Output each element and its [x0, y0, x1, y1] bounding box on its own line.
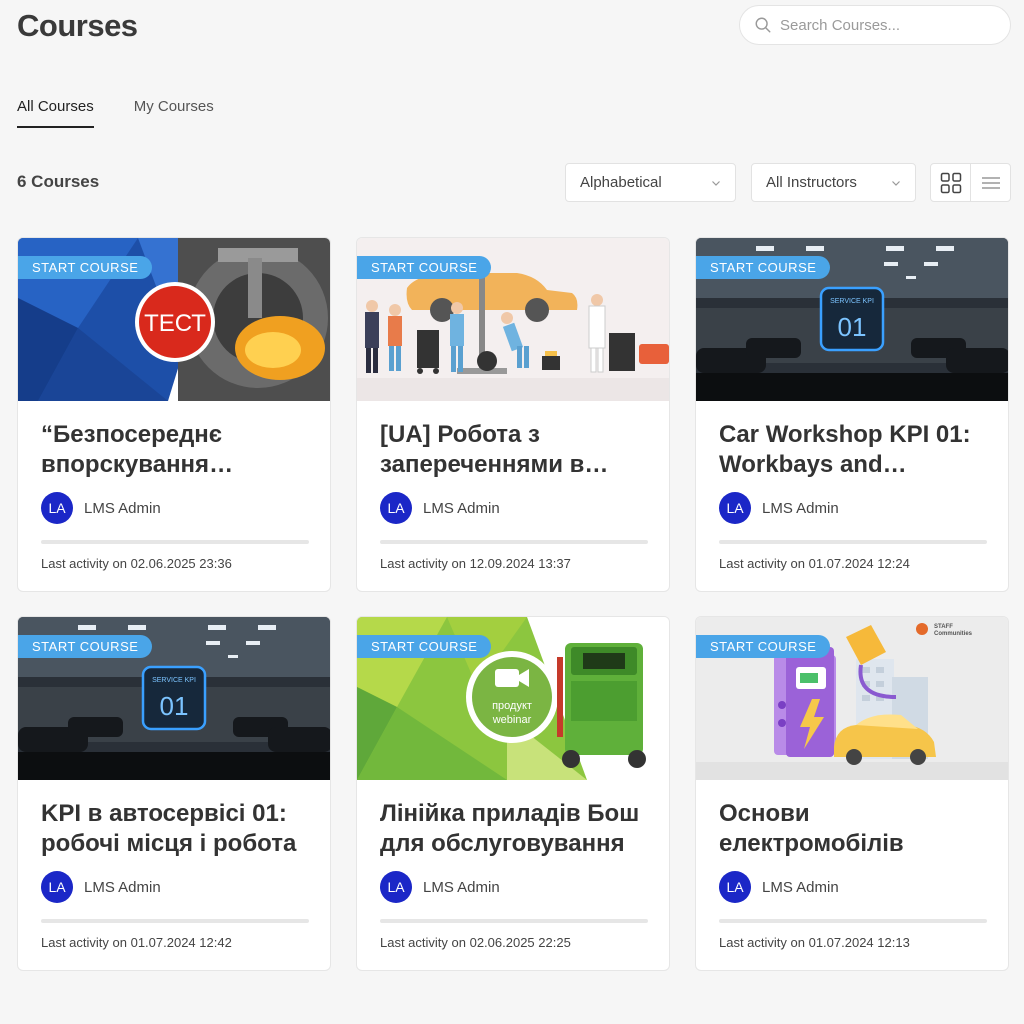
start-course-badge[interactable]: START COURSE: [696, 256, 831, 279]
thumb-caption: SERVICE KPI: [152, 677, 196, 684]
view-toggle: [930, 163, 1011, 202]
start-course-badge[interactable]: START COURSE: [357, 635, 492, 658]
last-activity: Last activity on 01.07.2024 12:13: [719, 935, 910, 950]
thumb-number: 01: [160, 691, 189, 721]
thumb-caption: SERVICE KPI: [830, 298, 874, 305]
course-card[interactable]: продукт webinar START COURSE Лінійка при…: [356, 616, 670, 971]
last-activity: Last activity on 02.06.2025 23:36: [41, 556, 232, 571]
grid-icon: [940, 172, 961, 193]
course-author: LA LMS Admin: [719, 871, 839, 903]
avatar: LA: [719, 492, 751, 524]
thumb-line-1: продукт: [492, 700, 532, 712]
start-course-badge[interactable]: START COURSE: [18, 256, 153, 279]
course-card[interactable]: START COURSE [UA] Робота з запереченнями…: [356, 237, 670, 592]
course-card[interactable]: ТЕСТ START COURSE “Безпосереднє впорскув…: [17, 237, 331, 592]
start-course-badge[interactable]: START COURSE: [18, 635, 153, 658]
author-name: LMS Admin: [762, 878, 839, 896]
course-author: LA LMS Admin: [41, 871, 161, 903]
progress-bar: [380, 919, 648, 923]
course-author: LA LMS Admin: [380, 492, 500, 524]
chevron-down-icon: [712, 180, 720, 186]
author-name: LMS Admin: [423, 878, 500, 896]
course-title[interactable]: “Безпосереднє впорскування палива”: [41, 420, 313, 480]
tab-my-courses[interactable]: My Courses: [134, 98, 214, 128]
progress-bar: [719, 919, 987, 923]
course-title[interactable]: [UA] Робота з запереченнями в сервісі: [380, 420, 652, 480]
search-box[interactable]: [739, 5, 1011, 45]
avatar: LA: [41, 492, 73, 524]
course-title[interactable]: KPI в автосервісі 01: робочі місця і роб…: [41, 799, 313, 859]
thumb-label: ТЕСТ: [144, 310, 206, 337]
search-input[interactable]: [780, 16, 1000, 34]
course-title[interactable]: Лінійка приладів Бош для обслуговування: [380, 799, 652, 859]
course-card[interactable]: SERVICE KPI 01 START COURSE KPI в автосе…: [17, 616, 331, 971]
last-activity: Last activity on 01.07.2024 12:42: [41, 935, 232, 950]
last-activity: Last activity on 02.06.2025 22:25: [380, 935, 571, 950]
start-course-badge[interactable]: START COURSE: [357, 256, 492, 279]
sort-select[interactable]: Alphabetical: [565, 163, 736, 202]
progress-bar: [719, 540, 987, 544]
author-name: LMS Admin: [762, 499, 839, 517]
course-card[interactable]: SERVICE KPI 01 START COURSE Car Workshop…: [695, 237, 1009, 592]
thumb-number: 01: [838, 312, 867, 342]
course-count: 6 Courses: [17, 172, 100, 191]
search-icon: [755, 17, 771, 33]
course-author: LA LMS Admin: [719, 492, 839, 524]
progress-bar: [380, 540, 648, 544]
thumb-logo-line-1: STAFF: [934, 624, 953, 630]
course-author: LA LMS Admin: [380, 871, 500, 903]
instructor-select[interactable]: All Instructors: [751, 163, 916, 202]
chevron-down-icon: [892, 180, 900, 186]
thumb-line-2: webinar: [492, 714, 532, 726]
course-author: LA LMS Admin: [41, 492, 161, 524]
grid-view-button[interactable]: [931, 164, 971, 201]
avatar: LA: [380, 871, 412, 903]
avatar: LA: [380, 492, 412, 524]
progress-bar: [41, 540, 309, 544]
thumb-logo-line-2: Communities: [934, 631, 973, 637]
page-title: Courses: [17, 8, 138, 43]
last-activity: Last activity on 01.07.2024 12:24: [719, 556, 910, 571]
sort-select-value: Alphabetical: [580, 174, 662, 191]
start-course-badge[interactable]: START COURSE: [696, 635, 831, 658]
author-name: LMS Admin: [84, 878, 161, 896]
tab-all-courses[interactable]: All Courses: [17, 98, 94, 128]
list-view-button[interactable]: [971, 164, 1010, 201]
avatar: LA: [719, 871, 751, 903]
author-name: LMS Admin: [84, 499, 161, 517]
progress-bar: [41, 919, 309, 923]
course-title[interactable]: Car Workshop KPI 01: Workbays and Techni…: [719, 420, 991, 480]
course-tabs: All Courses My Courses: [17, 98, 214, 128]
author-name: LMS Admin: [423, 499, 500, 517]
list-icon: [981, 176, 1000, 189]
course-title[interactable]: Основи електромобілів: [719, 799, 991, 859]
last-activity: Last activity on 12.09.2024 13:37: [380, 556, 571, 571]
instructor-select-value: All Instructors: [766, 174, 857, 191]
avatar: LA: [41, 871, 73, 903]
course-card[interactable]: STAFF Communities START COURSE Основи ел…: [695, 616, 1009, 971]
